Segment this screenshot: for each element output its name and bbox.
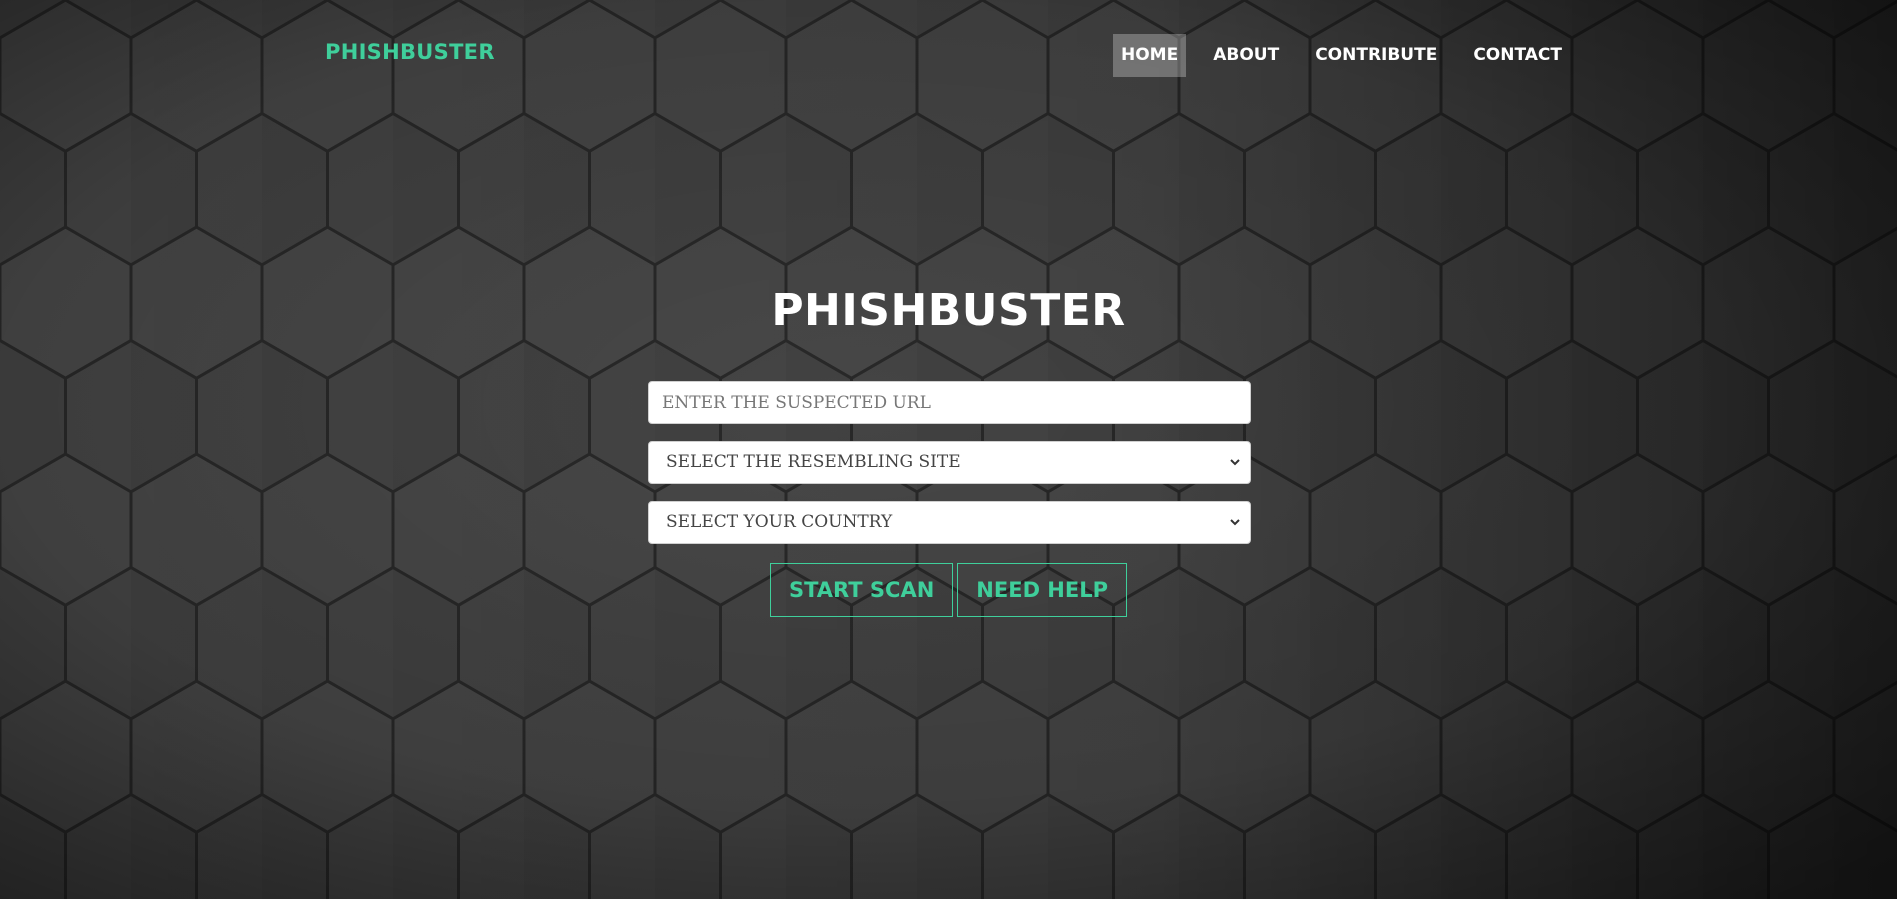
- action-buttons: START SCAN NEED HELP: [0, 563, 1897, 617]
- main-nav: HOME ABOUT CONTRIBUTE CONTACT: [1113, 34, 1590, 77]
- site-select[interactable]: SELECT THE RESEMBLING SITE: [648, 441, 1251, 484]
- url-field: [648, 381, 1251, 424]
- site-select-value: SELECT THE RESEMBLING SITE: [666, 452, 961, 472]
- country-select[interactable]: SELECT YOUR COUNTRY: [648, 501, 1251, 544]
- url-input[interactable]: [649, 382, 1250, 423]
- brand-logo[interactable]: PHISHBUSTER: [325, 40, 495, 64]
- page-title: PHISHBUSTER: [771, 285, 1126, 336]
- scan-form: SELECT THE RESEMBLING SITE SELECT YOUR C…: [648, 381, 1251, 561]
- nav-item-about[interactable]: ABOUT: [1205, 34, 1287, 77]
- need-help-button[interactable]: NEED HELP: [957, 563, 1127, 617]
- chevron-down-icon: [1230, 459, 1240, 466]
- top-navbar: PHISHBUSTER HOME ABOUT CONTRIBUTE CONTAC…: [0, 0, 1897, 110]
- country-select-value: SELECT YOUR COUNTRY: [666, 512, 893, 532]
- nav-item-contribute[interactable]: CONTRIBUTE: [1307, 34, 1445, 77]
- nav-item-home[interactable]: HOME: [1113, 34, 1187, 77]
- nav-item-contact[interactable]: CONTACT: [1465, 34, 1570, 77]
- start-scan-button[interactable]: START SCAN: [769, 563, 954, 617]
- chevron-down-icon: [1230, 519, 1240, 526]
